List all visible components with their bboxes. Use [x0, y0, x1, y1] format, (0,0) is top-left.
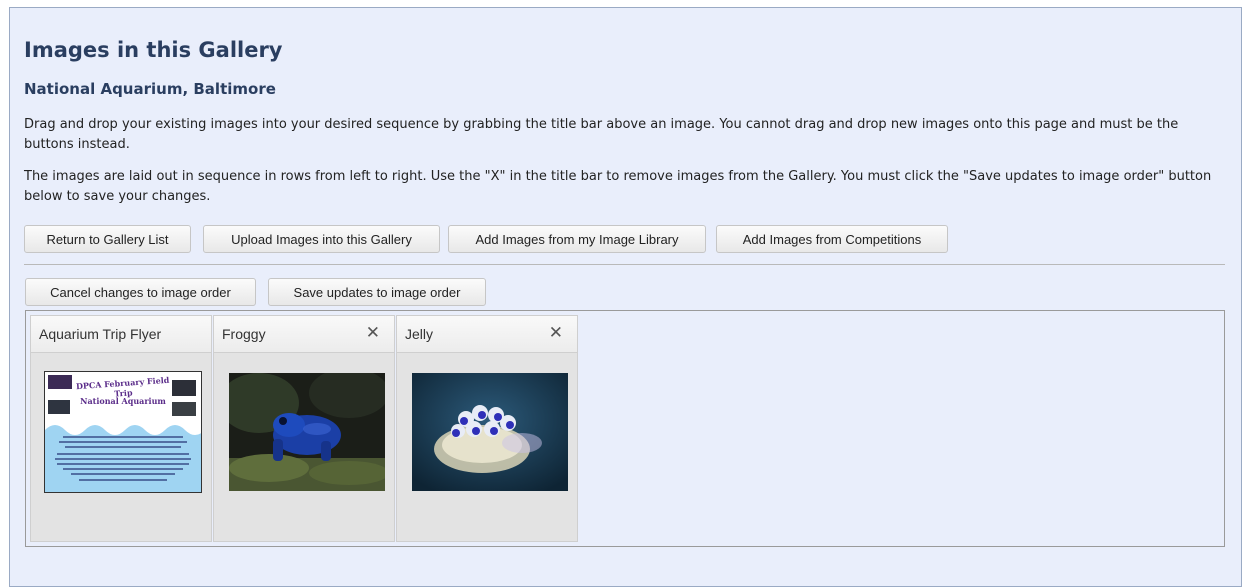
return-to-gallery-list-button[interactable]: Return to Gallery List: [24, 225, 191, 253]
gallery-subtitle: National Aquarium, Baltimore: [24, 80, 276, 98]
gallery-tile-aquarium-trip-flyer[interactable]: Aquarium Trip Flyer DPCA February Field …: [30, 315, 212, 542]
upload-images-button[interactable]: Upload Images into this Gallery: [203, 225, 440, 253]
tile-title-bar[interactable]: Froggy ✕: [214, 316, 394, 353]
tile-title: Froggy: [222, 326, 266, 342]
flyer-thumbnail: DPCA February Field Trip National Aquari…: [44, 371, 202, 493]
jellyfish-photo-thumbnail: [412, 373, 568, 491]
tile-title: Jelly: [405, 326, 434, 342]
gallery-tile-froggy[interactable]: Froggy ✕: [213, 315, 395, 542]
tile-title: Aquarium Trip Flyer: [39, 326, 162, 342]
instructions-paragraph-1: Drag and drop your existing images into …: [24, 117, 1179, 152]
remove-image-icon[interactable]: ✕: [366, 323, 380, 343]
page-title: Images in this Gallery: [24, 38, 283, 62]
divider: [24, 264, 1225, 265]
save-order-updates-button[interactable]: Save updates to image order: [268, 278, 486, 306]
remove-image-icon[interactable]: ✕: [549, 323, 563, 343]
cancel-order-changes-button[interactable]: Cancel changes to image order: [25, 278, 256, 306]
tile-title-bar[interactable]: Aquarium Trip Flyer: [31, 316, 211, 353]
gallery-image-grid: Aquarium Trip Flyer DPCA February Field …: [25, 310, 1225, 547]
frog-photo-thumbnail: [229, 373, 385, 491]
add-from-library-button[interactable]: Add Images from my Image Library: [448, 225, 706, 253]
gallery-panel: Images in this Gallery National Aquarium…: [9, 7, 1242, 587]
jellyfish-photo: [412, 373, 568, 491]
frog-photo: [229, 373, 385, 491]
add-from-competitions-button[interactable]: Add Images from Competitions: [716, 225, 948, 253]
instructions-paragraph-2: The images are laid out in sequence in r…: [24, 169, 1212, 204]
gallery-tile-jelly[interactable]: Jelly ✕: [396, 315, 578, 542]
flyer-subheading: National Aquarium: [80, 396, 166, 406]
tile-title-bar[interactable]: Jelly ✕: [397, 316, 577, 353]
